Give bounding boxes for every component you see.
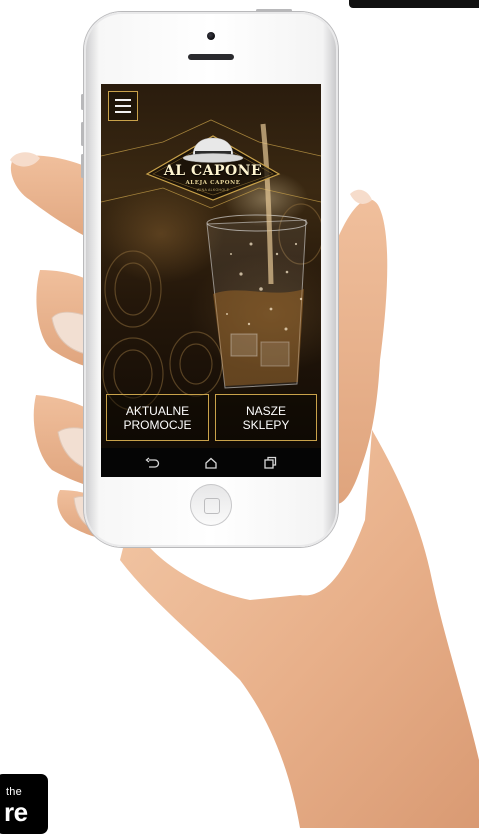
app-screen: AL CAPONE ALEJA CAPONE WINA ALKOHOLE AKT…: [101, 84, 321, 477]
home-icon[interactable]: [202, 454, 220, 472]
volume-button: [81, 94, 84, 110]
back-arrow-icon[interactable]: [143, 454, 161, 472]
app-store-badge[interactable]: the re: [0, 774, 48, 834]
hamburger-menu-button[interactable]: [108, 91, 138, 121]
menu-line: [115, 99, 131, 101]
power-button: [256, 9, 292, 12]
phone-device: AL CAPONE ALEJA CAPONE WINA ALKOHOLE AKT…: [81, 9, 338, 547]
front-camera: [207, 32, 215, 40]
home-button-square-icon: [204, 498, 220, 514]
logo-subtitle: ALEJA CAPONE: [185, 180, 241, 186]
menu-line: [115, 111, 131, 113]
recent-apps-icon[interactable]: [261, 454, 279, 472]
logo-tagline: WINA ALKOHOLE: [196, 188, 230, 192]
store-badge-line2: re: [4, 797, 28, 827]
logo-title: AL CAPONE: [163, 163, 263, 179]
home-button[interactable]: [190, 484, 232, 526]
android-navigation-bar: [101, 448, 321, 477]
brand-logo: AL CAPONE ALEJA CAPONE WINA ALKOHOLE: [143, 120, 283, 202]
current-promotions-button[interactable]: AKTUALNE PROMOCJE: [106, 394, 209, 441]
promotions-label: AKTUALNE PROMOCJE: [123, 403, 192, 432]
earpiece-speaker: [188, 54, 234, 60]
stores-label: NASZE SKLEPY: [242, 403, 290, 432]
menu-line: [115, 105, 131, 107]
volume-down-button: [81, 154, 84, 178]
our-stores-button[interactable]: NASZE SKLEPY: [215, 394, 317, 441]
volume-up-button: [81, 122, 84, 146]
